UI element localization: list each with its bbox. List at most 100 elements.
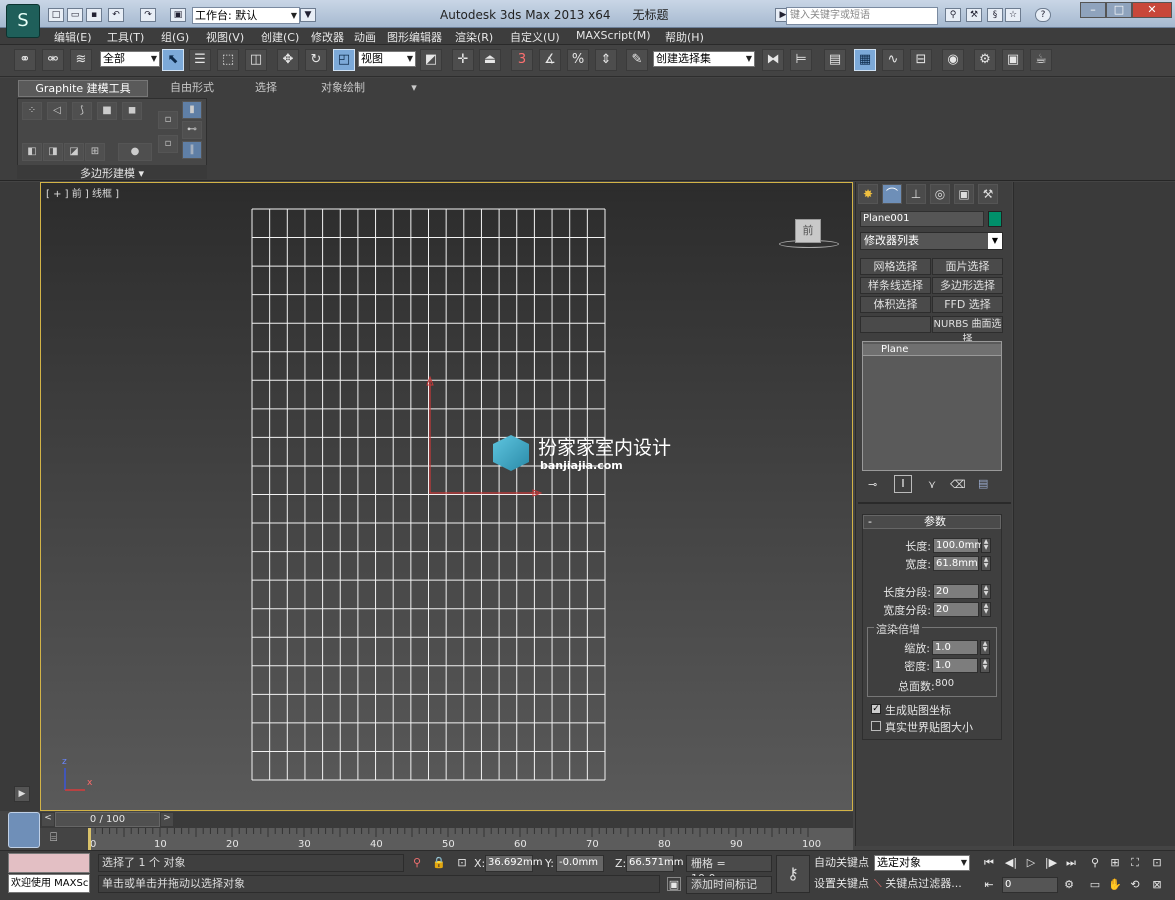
undo-icon[interactable]: ↶ bbox=[108, 8, 124, 22]
ffd-select-button[interactable]: FFD 选择 bbox=[932, 296, 1003, 313]
pan-hand-icon[interactable]: ✋ bbox=[1108, 878, 1122, 892]
length-field[interactable]: 100.0mm bbox=[933, 538, 984, 553]
curve-editor-icon[interactable]: ∿ bbox=[882, 49, 904, 71]
new-file-icon[interactable]: □ bbox=[48, 8, 64, 22]
menu-graph-editors[interactable]: 图形编辑器 bbox=[387, 29, 442, 45]
pivot-center-icon[interactable]: ◩ bbox=[420, 49, 442, 71]
layer-manager-icon[interactable]: ▤ bbox=[824, 49, 846, 71]
length-segs-spinner[interactable]: ▲ ▼ bbox=[981, 584, 991, 599]
select-and-rotate-icon[interactable]: ↻ bbox=[305, 49, 327, 71]
selection-filter-select[interactable]: 全部 ▼ bbox=[100, 51, 160, 67]
named-selection-sets-select[interactable]: 创建选择集 ▼ bbox=[653, 51, 755, 67]
remove-modifier-icon[interactable]: ⌫ bbox=[950, 478, 966, 491]
tab-selection[interactable]: 选择 bbox=[246, 80, 286, 97]
length-spinner[interactable]: ▲ ▼ bbox=[981, 538, 991, 553]
track-bar[interactable]: 0 10 20 30 40 50 60 70 80 90 100 bbox=[88, 828, 853, 850]
key-mode-select[interactable]: 选定对象 ▼ bbox=[874, 855, 970, 871]
rectangular-selection-icon[interactable]: ⬚ bbox=[217, 49, 239, 71]
stack-item-plane[interactable]: Plane bbox=[863, 344, 1001, 356]
auto-key-button[interactable]: 自动关键点 bbox=[814, 855, 870, 872]
configure-sets-icon[interactable]: ▤ bbox=[978, 477, 988, 490]
spinner-snap-icon[interactable]: ⇕ bbox=[595, 49, 617, 71]
modifier-stack[interactable]: Plane bbox=[862, 341, 1002, 471]
viewcube[interactable]: 前 bbox=[779, 219, 839, 249]
object-color-swatch[interactable] bbox=[988, 211, 1002, 227]
quickslice-icon[interactable]: ⊷ bbox=[182, 121, 202, 139]
menu-rendering[interactable]: 渲染(R) bbox=[455, 29, 493, 45]
ribbon-options-icon[interactable]: ▾ bbox=[402, 80, 426, 97]
keyboard-shortcut-override-icon[interactable]: ⏏ bbox=[479, 49, 501, 71]
maximize-button[interactable]: □ bbox=[1106, 2, 1132, 18]
align-icon[interactable]: ⊨ bbox=[790, 49, 812, 71]
border-icon[interactable]: ⟆ bbox=[72, 102, 92, 120]
scale-field[interactable]: 1.0 bbox=[932, 640, 978, 655]
open-file-icon[interactable]: ▭ bbox=[67, 8, 83, 22]
orbit-icon[interactable]: ⟲ bbox=[1128, 878, 1142, 892]
key-filters-button[interactable]: ⟍ 关键点过滤器... bbox=[874, 876, 970, 893]
isolate-pin-icon[interactable]: ⚲ bbox=[410, 856, 424, 870]
minimize-button[interactable]: – bbox=[1080, 2, 1106, 18]
set-key-key-icon[interactable]: ⚷ bbox=[776, 855, 810, 893]
graphite-toggle-icon[interactable]: ▦ bbox=[854, 49, 876, 71]
mini-curve-editor-icon[interactable]: ⌸ bbox=[50, 830, 70, 846]
scale-spinner[interactable]: ▲ ▼ bbox=[980, 640, 990, 655]
binoculars-icon[interactable]: ⚲ bbox=[945, 8, 961, 22]
pin-stack-icon[interactable]: ⊸ bbox=[868, 478, 877, 491]
edge-icon[interactable]: ◁ bbox=[47, 102, 67, 120]
communication-center-icon[interactable]: ⚒ bbox=[966, 8, 982, 22]
close-button[interactable]: ✕ bbox=[1132, 2, 1172, 18]
density-spinner[interactable]: ▲ ▼ bbox=[980, 658, 990, 673]
select-and-move-icon[interactable]: ✥ bbox=[277, 49, 299, 71]
bind-spacewarp-icon[interactable]: ≋ bbox=[70, 49, 92, 71]
tab-graphite-modeling[interactable]: Graphite 建模工具 bbox=[18, 80, 148, 97]
swiftloop-icon[interactable]: ‖ bbox=[182, 141, 202, 159]
region-zoom-icon[interactable]: ▭ bbox=[1088, 878, 1102, 892]
use-soft-selection-icon[interactable]: ▫ bbox=[158, 135, 178, 153]
object-name-field[interactable]: Plane001 bbox=[860, 211, 984, 227]
make-unique-icon[interactable]: ⋎ bbox=[928, 478, 936, 491]
render-teapot-icon[interactable]: ☕ bbox=[1030, 49, 1052, 71]
spline-select-button[interactable]: 样条线选择 bbox=[860, 277, 931, 294]
window-crossing-icon[interactable]: ◫ bbox=[245, 49, 267, 71]
patch-select-button[interactable]: 面片选择 bbox=[932, 258, 1003, 275]
show-end-result-icon[interactable]: I bbox=[894, 475, 912, 493]
zoom-extents-all-icon[interactable]: ⊡ bbox=[1150, 856, 1164, 870]
polygon-icon[interactable]: ■ bbox=[97, 102, 117, 120]
zoom-extents-icon[interactable]: ⛶ bbox=[1128, 856, 1142, 870]
menu-modifiers[interactable]: 修改器 bbox=[311, 29, 344, 45]
time-tag-icon[interactable]: ▣ bbox=[667, 877, 681, 891]
previous-modifier-icon[interactable]: ◨ bbox=[43, 143, 63, 161]
time-slider-next-icon[interactable]: > bbox=[161, 813, 173, 826]
reference-coordinate-select[interactable]: 视图 ▼ bbox=[358, 51, 416, 67]
gen-map-coords-checkbox[interactable]: ✓ bbox=[871, 704, 881, 714]
rendered-frame-window-icon[interactable]: ▣ bbox=[1002, 49, 1024, 71]
menu-edit[interactable]: 编辑(E) bbox=[54, 29, 92, 45]
expand-arrow-icon[interactable]: ▶ bbox=[14, 786, 30, 802]
width-field[interactable]: 61.8mm bbox=[933, 556, 979, 571]
length-segs-field[interactable]: 20 bbox=[933, 584, 979, 599]
menu-group[interactable]: 组(G) bbox=[161, 29, 189, 45]
unlink-icon[interactable]: ⚮ bbox=[42, 49, 64, 71]
time-slider[interactable]: < 0 / 100 > bbox=[40, 812, 853, 828]
element-icon[interactable]: ◼ bbox=[122, 102, 142, 120]
material-editor-icon[interactable]: ◉ bbox=[942, 49, 964, 71]
front-viewport[interactable]: [ + ] 前 ] 线框 ] z x 前 扮家家室内设计 banjiajia.c… bbox=[40, 182, 853, 811]
select-object-icon[interactable]: ⬉ bbox=[162, 49, 184, 71]
width-spinner[interactable]: ▲ ▼ bbox=[981, 556, 991, 571]
volume-select-button[interactable]: 体积选择 bbox=[860, 296, 931, 313]
collapse-stack-icon[interactable]: ⊞ bbox=[85, 143, 105, 161]
width-segs-spinner[interactable]: ▲ ▼ bbox=[981, 602, 991, 617]
zoom-icon[interactable]: ⚲ bbox=[1088, 856, 1102, 870]
select-and-manipulate-icon[interactable]: ✛ bbox=[452, 49, 474, 71]
favorites-star-icon[interactable]: ☆ bbox=[1005, 8, 1021, 22]
modify-mode-icon[interactable]: ◧ bbox=[22, 143, 42, 161]
modifier-list-select[interactable]: 修改器列表 ▼ bbox=[860, 232, 1003, 250]
y-coord-field[interactable]: -0.0mm bbox=[556, 855, 604, 872]
motion-tab-icon[interactable]: ◎ bbox=[930, 184, 950, 204]
menu-animation[interactable]: 动画 bbox=[354, 29, 376, 45]
tab-freeform[interactable]: 自由形式 bbox=[160, 80, 224, 97]
menu-help[interactable]: 帮助(H) bbox=[665, 29, 704, 45]
app-logo[interactable]: S bbox=[6, 4, 40, 38]
zoom-all-icon[interactable]: ⊞ bbox=[1108, 856, 1122, 870]
viewport-layout-button[interactable] bbox=[8, 812, 40, 848]
